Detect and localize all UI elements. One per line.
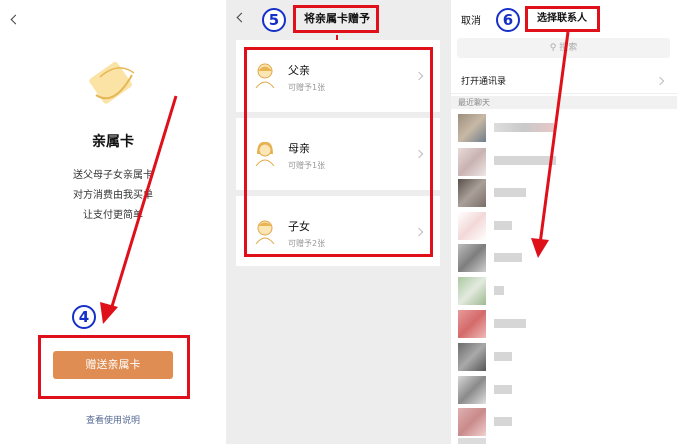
annotation-arrowhead-contacts: [531, 238, 549, 258]
annotation-arrowhead-step4: [100, 302, 118, 324]
annotation-arrow-to-step4: [108, 95, 178, 314]
annotation-arrows: [100, 31, 570, 324]
annotation-arrow-to-contacts: [538, 31, 570, 245]
